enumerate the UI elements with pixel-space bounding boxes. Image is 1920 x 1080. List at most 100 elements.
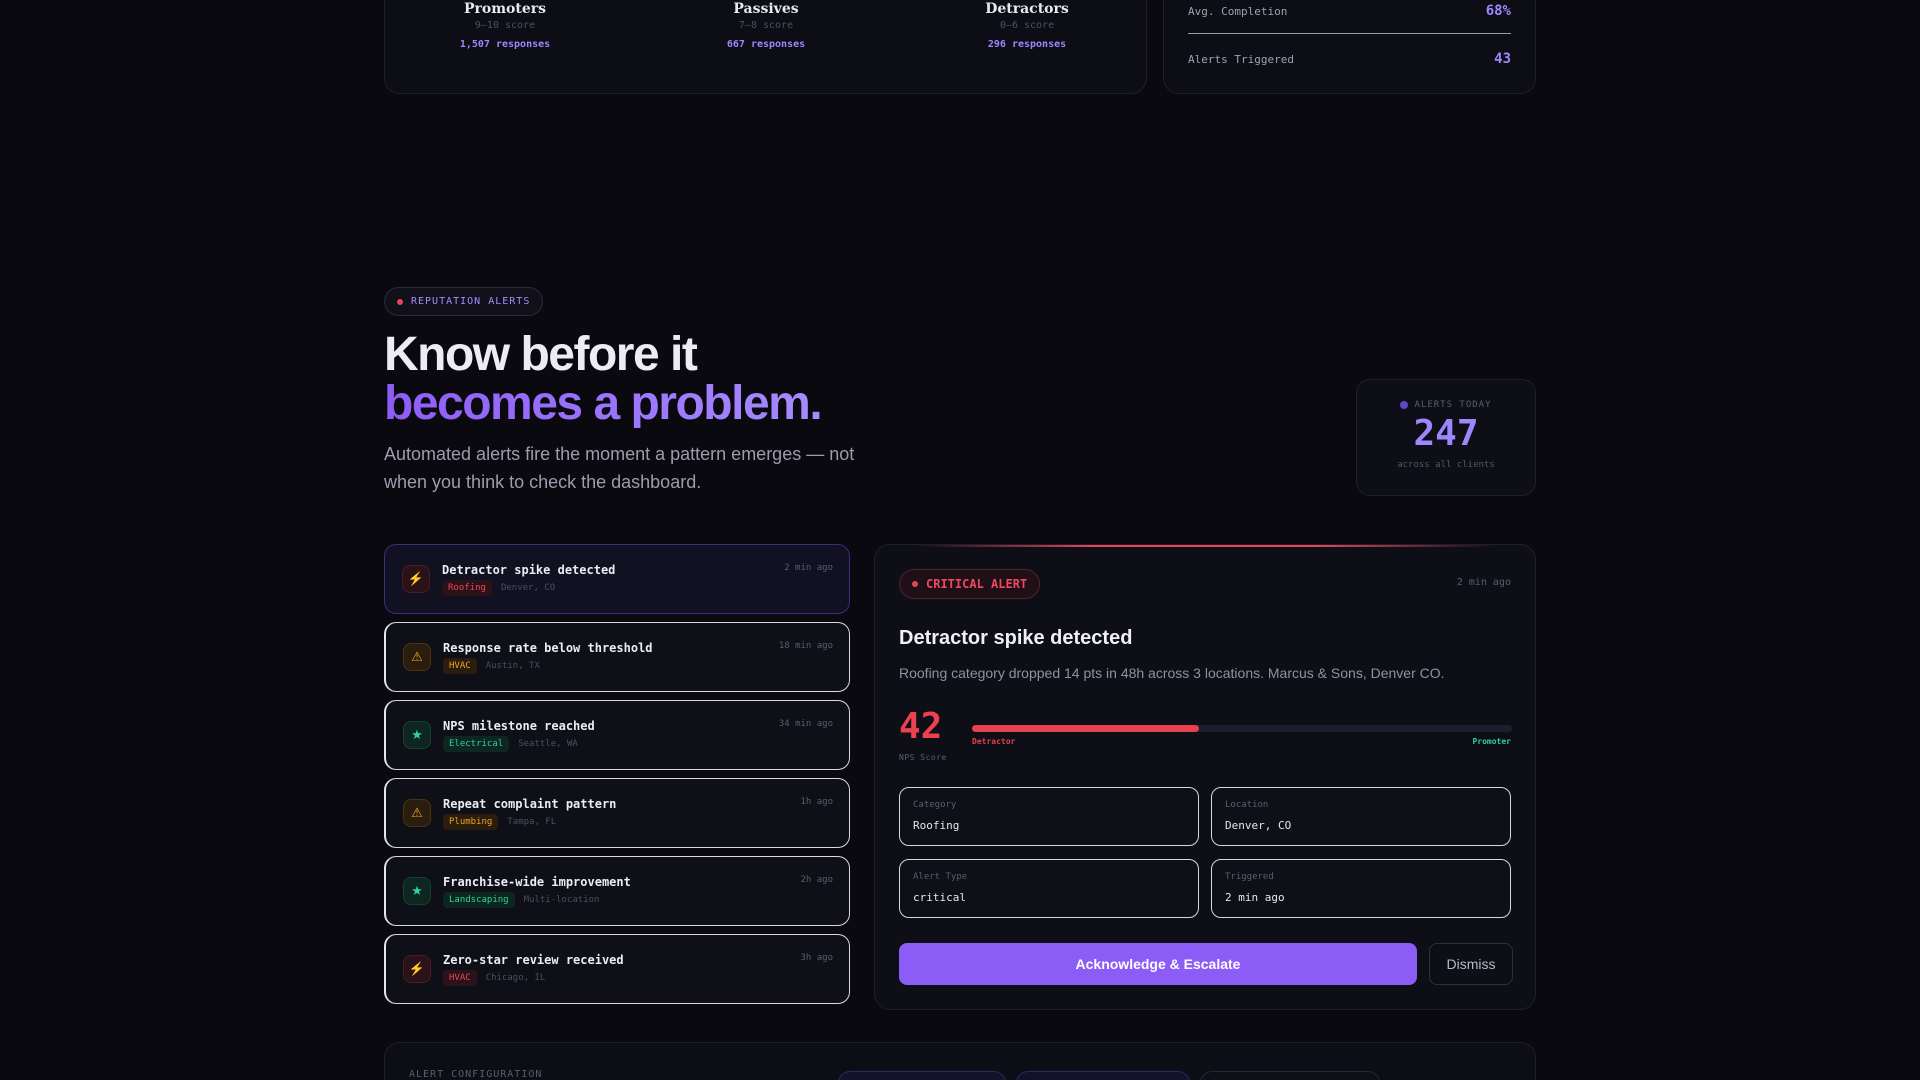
alert-list-item[interactable]: ★ Franchise-wide improvement 2h ago Landsca…	[384, 856, 850, 926]
alert-timestamp: 1h ago	[800, 797, 833, 807]
alert-list-item[interactable]: ⚡ Zero-star review received 3h ago HVAC Chic…	[384, 934, 850, 1004]
segment-responses: 667 responses	[726, 39, 806, 50]
config-chip[interactable]	[1016, 1071, 1190, 1080]
star-icon: ★	[403, 721, 431, 749]
alert-list-item[interactable]: ⚡ Detractor spike detected 2 min ago Roofin…	[384, 544, 850, 614]
alert-title: NPS milestone reached	[443, 719, 595, 733]
field-label: Alert Type	[913, 872, 968, 882]
alert-list-item[interactable]: ⚠ Response rate below threshold 18 min ago…	[384, 622, 850, 692]
summary-stats-card: Avg. Completion 68% Alerts Triggered 43	[1163, 0, 1536, 94]
field-value: critical	[913, 891, 966, 904]
alert-title: Repeat complaint pattern	[443, 797, 617, 811]
section-badge: REPUTATION ALERTS	[384, 287, 543, 316]
alerts-today-value: 247	[1413, 413, 1479, 454]
detail-timestamp: 2 min ago	[1456, 577, 1511, 588]
stat-alerts-triggered: Alerts Triggered 43	[1188, 51, 1511, 67]
status-dot-icon	[397, 298, 403, 305]
star-icon: ★	[403, 877, 431, 905]
critical-badge-label: CRITICAL ALERT	[926, 577, 1028, 591]
field-category: Category Roofing	[899, 787, 1199, 846]
alert-title: Detractor spike detected	[442, 563, 616, 577]
alert-timestamp: 34 min ago	[778, 719, 833, 729]
alert-list-item[interactable]: ★ NPS milestone reached 34 min ago Electric…	[384, 700, 850, 770]
page-title: Know before it becomes a problem.	[384, 328, 823, 430]
stat-label: Avg. Completion	[1188, 4, 1288, 18]
alert-configuration-heading: ALERT CONFIGURATION	[409, 1069, 543, 1080]
alert-location: Seattle, WA	[518, 739, 578, 749]
category-tag: Plumbing	[443, 814, 499, 830]
critical-badge: CRITICAL ALERT	[899, 569, 1040, 599]
alert-meta: Roofing Denver, CO	[442, 580, 555, 596]
category-tag: Landscaping	[443, 892, 515, 908]
segment-score: 9–10 score	[474, 20, 536, 31]
scale-label-detractor: Detractor	[972, 737, 1016, 746]
alerts-today-sub: across all clients	[1397, 460, 1495, 470]
segment-score: 7–8 score	[738, 20, 794, 31]
lightning-icon: ⚡	[402, 565, 430, 593]
scale-label-promoter: Promoter	[1472, 737, 1511, 746]
category-tag: Electrical	[443, 736, 510, 752]
page-title-line1: Know before it	[384, 328, 698, 381]
alert-meta: Plumbing Tampa, FL	[443, 814, 556, 830]
detail-description: Roofing category dropped 14 pts in 48h a…	[899, 665, 1445, 681]
section-badge-label: REPUTATION ALERTS	[411, 296, 531, 307]
alert-meta: Landscaping Multi-location	[443, 892, 599, 908]
alert-detail-panel: CRITICAL ALERT 2 min ago Detractor spike…	[874, 544, 1536, 1010]
stat-divider	[1188, 33, 1511, 34]
nps-score-value: 42	[899, 706, 943, 747]
alert-title: Franchise-wide improvement	[443, 875, 631, 889]
alerts-today-label: ALERTS TODAY	[1357, 400, 1535, 410]
alert-location: Multi-location	[523, 895, 600, 905]
alert-meta: HVAC Austin, TX	[443, 658, 540, 674]
field-label: Location	[1225, 800, 1269, 810]
alert-location: Austin, TX	[485, 661, 540, 671]
alert-list-item[interactable]: ⚠ Repeat complaint pattern 1h ago Plumbing T…	[384, 778, 850, 848]
alert-location: Denver, CO	[500, 583, 556, 593]
stat-avg-completion: Avg. Completion 68%	[1188, 3, 1511, 19]
nps-score: 42 NPS Score	[899, 706, 947, 763]
nps-progress-fill	[972, 725, 1199, 732]
alert-title: Zero-star review received	[443, 953, 624, 967]
segment-title: Detractors	[985, 1, 1069, 17]
config-chip[interactable]	[838, 1071, 1006, 1080]
alert-timestamp: 18 min ago	[778, 641, 833, 651]
alert-configuration-card: ALERT CONFIGURATION	[384, 1042, 1536, 1080]
stat-value: 68%	[1485, 3, 1511, 19]
dismiss-button[interactable]: Dismiss	[1429, 943, 1513, 985]
segment-responses: 296 responses	[987, 39, 1067, 50]
field-alert-type: Alert Type critical	[899, 859, 1199, 918]
nps-segments-card: Promoters 9–10 score 1,507 responses Pas…	[384, 0, 1147, 94]
segment-title: Passives	[733, 1, 799, 17]
config-chip[interactable]	[1200, 1071, 1380, 1080]
segment-responses: 1,507 responses	[459, 39, 551, 50]
warning-icon: ⚠	[403, 643, 431, 671]
field-triggered: Triggered 2 min ago	[1211, 859, 1511, 918]
field-location: Location Denver, CO	[1211, 787, 1511, 846]
status-dot-icon	[912, 581, 918, 587]
category-tag: HVAC	[443, 970, 477, 986]
alert-title: Response rate below threshold	[443, 641, 653, 655]
stat-label: Alerts Triggered	[1188, 52, 1294, 66]
category-tag: HVAC	[443, 658, 477, 674]
page-title-line2: becomes a problem.	[384, 377, 823, 430]
lightning-icon: ⚡	[403, 955, 431, 983]
detail-title: Detractor spike detected	[899, 627, 1133, 649]
page-lead: Automated alerts fire the moment a patte…	[384, 444, 855, 492]
field-value: Roofing	[913, 819, 960, 832]
alerts-today-card: ALERTS TODAY 247 across all clients	[1356, 379, 1536, 496]
alert-location: Tampa, FL	[507, 817, 557, 827]
warning-icon: ⚠	[403, 799, 431, 827]
segment-title: Promoters	[463, 1, 547, 17]
field-value: Denver, CO	[1225, 819, 1292, 832]
nps-score-caption: NPS Score	[899, 753, 947, 762]
stat-value: 43	[1494, 51, 1511, 67]
alert-meta: HVAC Chicago, IL	[443, 970, 545, 986]
alert-timestamp: 3h ago	[800, 953, 833, 963]
alert-timestamp: 2 min ago	[784, 563, 833, 573]
field-label: Category	[913, 800, 957, 810]
acknowledge-escalate-button[interactable]: Acknowledge & Escalate	[899, 943, 1417, 985]
alert-meta: Electrical Seattle, WA	[443, 736, 578, 752]
nps-progress-bar	[972, 725, 1512, 732]
segment-score: 0–6 score	[999, 20, 1055, 31]
segment-passives: Passives 7–8 score 667 responses	[666, 1, 866, 50]
